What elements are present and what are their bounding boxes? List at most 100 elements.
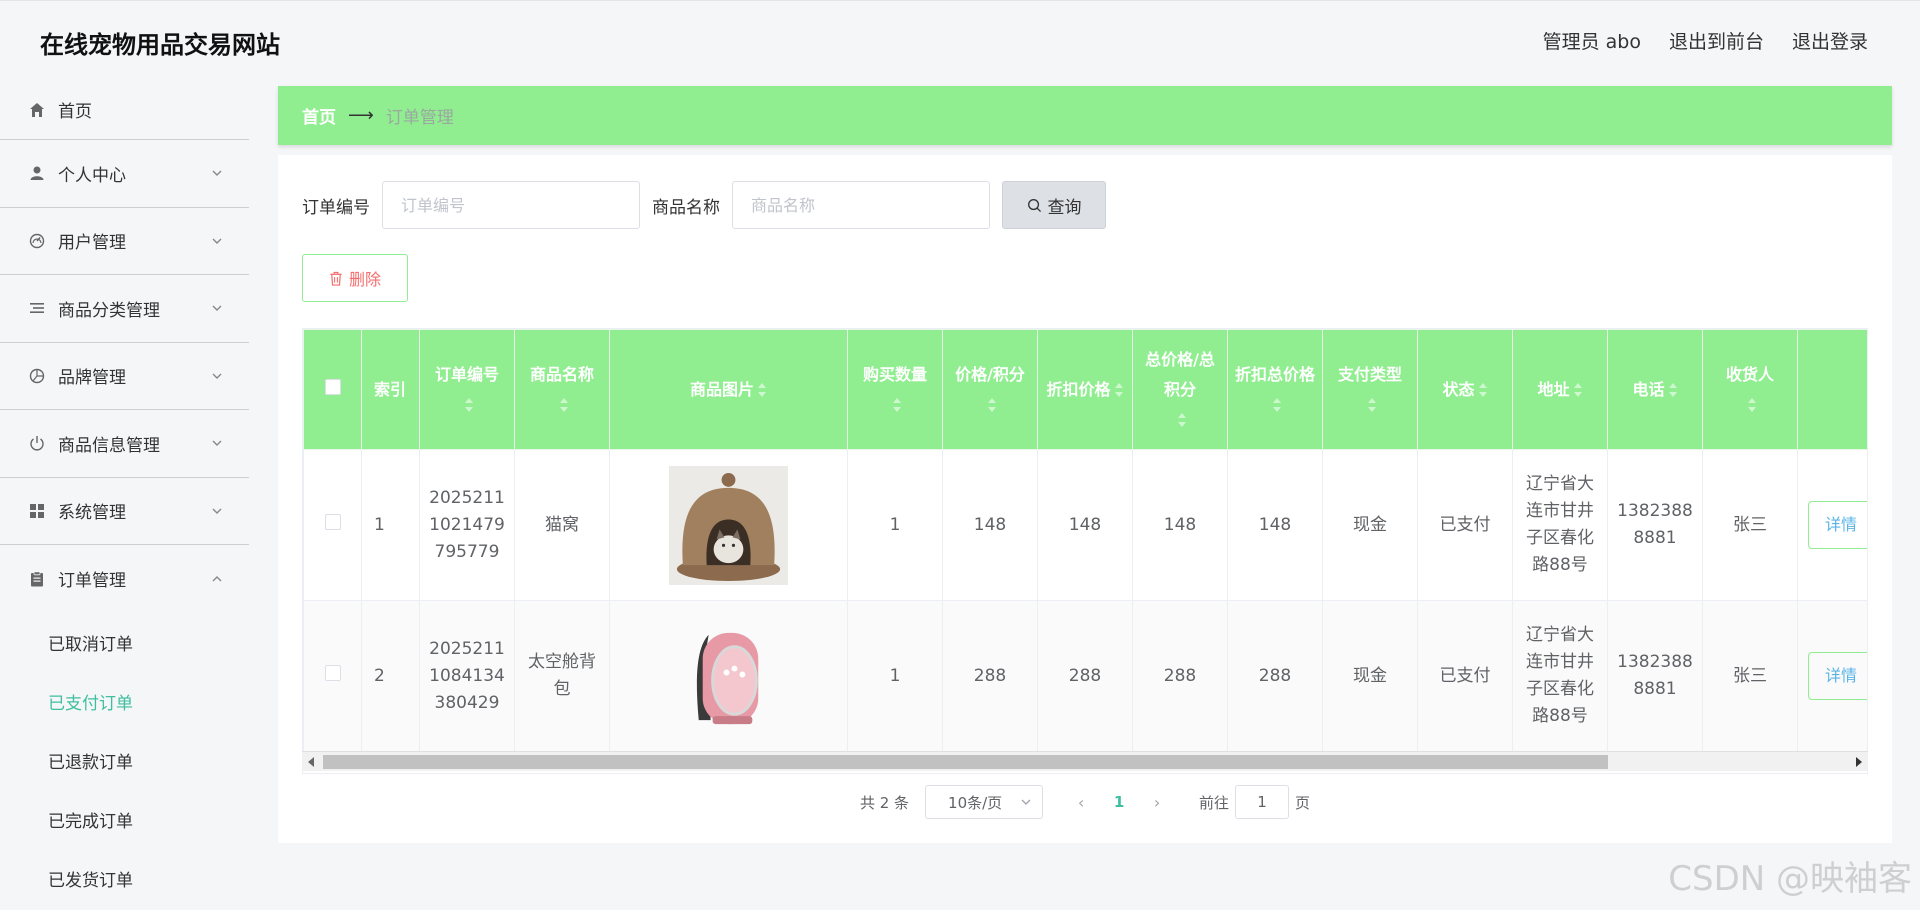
goto-page: 前往 页 bbox=[1199, 785, 1310, 819]
sidebar-item-label: 首页 bbox=[58, 102, 92, 122]
detail-button[interactable]: 详情 bbox=[1808, 501, 1867, 549]
cell-product-image bbox=[609, 449, 848, 601]
cell-phone: 13823888881 bbox=[1607, 449, 1703, 601]
cell-discount-price: 288 bbox=[1037, 600, 1133, 752]
goto-prefix: 前往 bbox=[1199, 793, 1230, 812]
pet-backpack-image bbox=[669, 616, 788, 736]
submenu-cancelled-orders[interactable]: 已取消订单 bbox=[0, 613, 249, 672]
sort-icon[interactable] bbox=[1177, 412, 1187, 428]
sidebar-item-label: 商品信息管理 bbox=[58, 435, 160, 456]
sort-icon[interactable] bbox=[1747, 397, 1757, 413]
sort-icon[interactable] bbox=[987, 397, 997, 413]
scroll-left-icon[interactable] bbox=[308, 757, 314, 767]
cell-discount-total: 148 bbox=[1227, 449, 1323, 601]
pagination: 共 2 条 10条/页 ‹ 1 › 前往 页 bbox=[278, 785, 1892, 819]
aperture-icon bbox=[28, 367, 46, 385]
header-discount-price[interactable]: 折扣价格 bbox=[1037, 329, 1133, 450]
header-status[interactable]: 状态 bbox=[1417, 329, 1513, 450]
sort-icon[interactable] bbox=[1114, 382, 1124, 398]
submenu-refunded-orders[interactable]: 已退款订单 bbox=[0, 731, 249, 790]
cell-total-price: 148 bbox=[1132, 449, 1228, 601]
chevron-down-icon bbox=[212, 238, 222, 244]
header-receiver[interactable]: 收货人 bbox=[1702, 329, 1798, 450]
order-submenu: 已取消订单 已支付订单 已退款订单 已完成订单 已发货订单 bbox=[0, 613, 249, 908]
cell-receiver: 张三 bbox=[1702, 600, 1798, 752]
header-pay-type[interactable]: 支付类型 bbox=[1322, 329, 1418, 450]
header-order-no[interactable]: 订单编号 bbox=[419, 329, 515, 450]
sidebar-item-label: 用户管理 bbox=[58, 233, 126, 254]
page-size-select[interactable]: 10条/页 bbox=[925, 785, 1044, 819]
header-phone[interactable]: 电话 bbox=[1607, 329, 1703, 450]
logout-link[interactable]: 退出登录 bbox=[1792, 27, 1868, 54]
pagination-total: 共 2 条 bbox=[859, 793, 910, 812]
submenu-paid-orders[interactable]: 已支付订单 bbox=[0, 672, 249, 731]
sidebar-item-category[interactable]: 商品分类管理 bbox=[0, 275, 249, 343]
header-quantity[interactable]: 购买数量 bbox=[847, 329, 943, 450]
order-no-input[interactable] bbox=[382, 181, 640, 229]
submenu-shipped-orders[interactable]: 已发货订单 bbox=[0, 849, 249, 908]
prev-page-button[interactable]: ‹ bbox=[1063, 793, 1099, 812]
cell-index: 1 bbox=[361, 449, 420, 601]
sidebar-item-personal-center[interactable]: 个人中心 bbox=[0, 140, 249, 208]
breadcrumb-home[interactable]: 首页 bbox=[302, 103, 336, 128]
sidebar-item-brand[interactable]: 品牌管理 bbox=[0, 343, 249, 410]
scroll-right-icon[interactable] bbox=[1856, 757, 1862, 767]
sort-icon[interactable] bbox=[1478, 382, 1488, 398]
sort-icon[interactable] bbox=[1272, 397, 1282, 413]
header-total-price[interactable]: 总价格/总积分 bbox=[1132, 329, 1228, 450]
sidebar-item-system[interactable]: 系统管理 bbox=[0, 478, 249, 545]
row-checkbox[interactable] bbox=[324, 664, 341, 681]
submenu-completed-orders[interactable]: 已完成订单 bbox=[0, 790, 249, 849]
goto-page-input[interactable] bbox=[1235, 785, 1290, 819]
scrollbar-thumb[interactable] bbox=[323, 755, 1608, 769]
cell-status: 已支付 bbox=[1417, 449, 1513, 601]
sort-icon[interactable] bbox=[1668, 382, 1678, 398]
select-all-checkbox[interactable] bbox=[324, 378, 341, 395]
search-row: 订单编号 商品名称 查询 bbox=[302, 181, 1106, 229]
chevron-down-icon bbox=[212, 170, 222, 177]
sort-icon[interactable] bbox=[757, 382, 767, 398]
header-price[interactable]: 价格/积分 bbox=[942, 329, 1038, 450]
header-discount-total[interactable]: 折扣总价格 bbox=[1227, 329, 1323, 450]
table-header-row: 索引 订单编号 商品名称 商品图片 购买数量 价格/积分 折扣价格 总价格/总积… bbox=[303, 329, 1867, 450]
next-page-button[interactable]: › bbox=[1139, 793, 1175, 812]
chevron-down-icon bbox=[212, 440, 222, 447]
cell-actions: 详情 bbox=[1797, 449, 1867, 601]
row-checkbox[interactable] bbox=[324, 513, 341, 530]
header-index[interactable]: 索引 bbox=[361, 329, 420, 450]
admin-label: 管理员 abo bbox=[1542, 31, 1641, 53]
cell-product-name: 猫窝 bbox=[514, 449, 610, 601]
sort-icon[interactable] bbox=[464, 397, 474, 413]
cell-quantity: 1 bbox=[847, 600, 943, 752]
chevron-down-icon bbox=[212, 373, 222, 379]
to-front-link[interactable]: 退出到前台 bbox=[1669, 27, 1764, 54]
sidebar-item-product-info[interactable]: 商品信息管理 bbox=[0, 410, 249, 478]
cell-discount-price: 148 bbox=[1037, 449, 1133, 601]
sidebar-item-home[interactable]: 首页 bbox=[0, 80, 249, 140]
top-header: 在线宠物用品交易网站 管理员 abo 退出到前台 退出登录 bbox=[0, 0, 1920, 80]
cell-address: 辽宁省大连市甘井子区春化路88号 bbox=[1512, 449, 1608, 601]
power-icon bbox=[28, 434, 46, 452]
header-product-image[interactable]: 商品图片 bbox=[609, 329, 848, 450]
watermark: CSDN @映袖客 bbox=[1668, 859, 1912, 899]
sort-icon[interactable] bbox=[1573, 382, 1583, 398]
goto-suffix: 页 bbox=[1295, 793, 1311, 812]
horizontal-scrollbar[interactable] bbox=[302, 751, 1868, 771]
page-number-current[interactable]: 1 bbox=[1099, 793, 1139, 811]
grid-icon bbox=[28, 502, 46, 520]
delete-button[interactable]: 删除 bbox=[302, 254, 408, 302]
sort-icon[interactable] bbox=[892, 397, 902, 413]
header-product-name[interactable]: 商品名称 bbox=[514, 329, 610, 450]
cell-product-name: 太空舱背包 bbox=[514, 600, 610, 752]
sort-icon[interactable] bbox=[559, 397, 569, 413]
product-name-input[interactable] bbox=[732, 181, 990, 229]
clipboard-icon bbox=[28, 570, 46, 588]
sort-icon[interactable] bbox=[1367, 397, 1377, 413]
sidebar-item-users[interactable]: 用户管理 bbox=[0, 208, 249, 275]
row-select-cell bbox=[303, 600, 362, 752]
detail-button[interactable]: 详情 bbox=[1808, 652, 1867, 700]
cell-order-no: 20252111021479795779 bbox=[419, 449, 515, 601]
header-address[interactable]: 地址 bbox=[1512, 329, 1608, 450]
sidebar-item-orders[interactable]: 订单管理 bbox=[0, 545, 249, 613]
query-button[interactable]: 查询 bbox=[1002, 181, 1106, 229]
